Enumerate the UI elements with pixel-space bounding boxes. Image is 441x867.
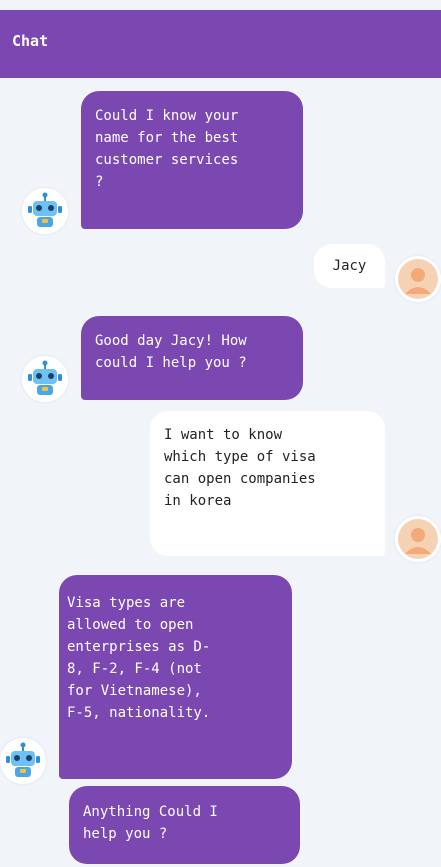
robot-icon xyxy=(22,356,68,402)
bot-message: Could I know your name for the best cust… xyxy=(81,91,303,229)
robot-icon xyxy=(22,188,68,234)
user-avatar-icon xyxy=(395,256,441,302)
bot-message: Good day Jacy! How could I help you ? xyxy=(81,316,303,400)
robot-icon xyxy=(0,738,46,784)
chat-header: Chat xyxy=(0,10,441,78)
user-message: Jacy xyxy=(314,244,385,288)
bot-message: Anything Could I help you ? xyxy=(69,786,300,864)
user-message: I want to know which type of visa can op… xyxy=(150,411,385,556)
bot-message: Visa types are allowed to open enterpris… xyxy=(59,575,292,779)
user-avatar-icon xyxy=(395,516,441,562)
chat-title: Chat xyxy=(12,32,49,50)
